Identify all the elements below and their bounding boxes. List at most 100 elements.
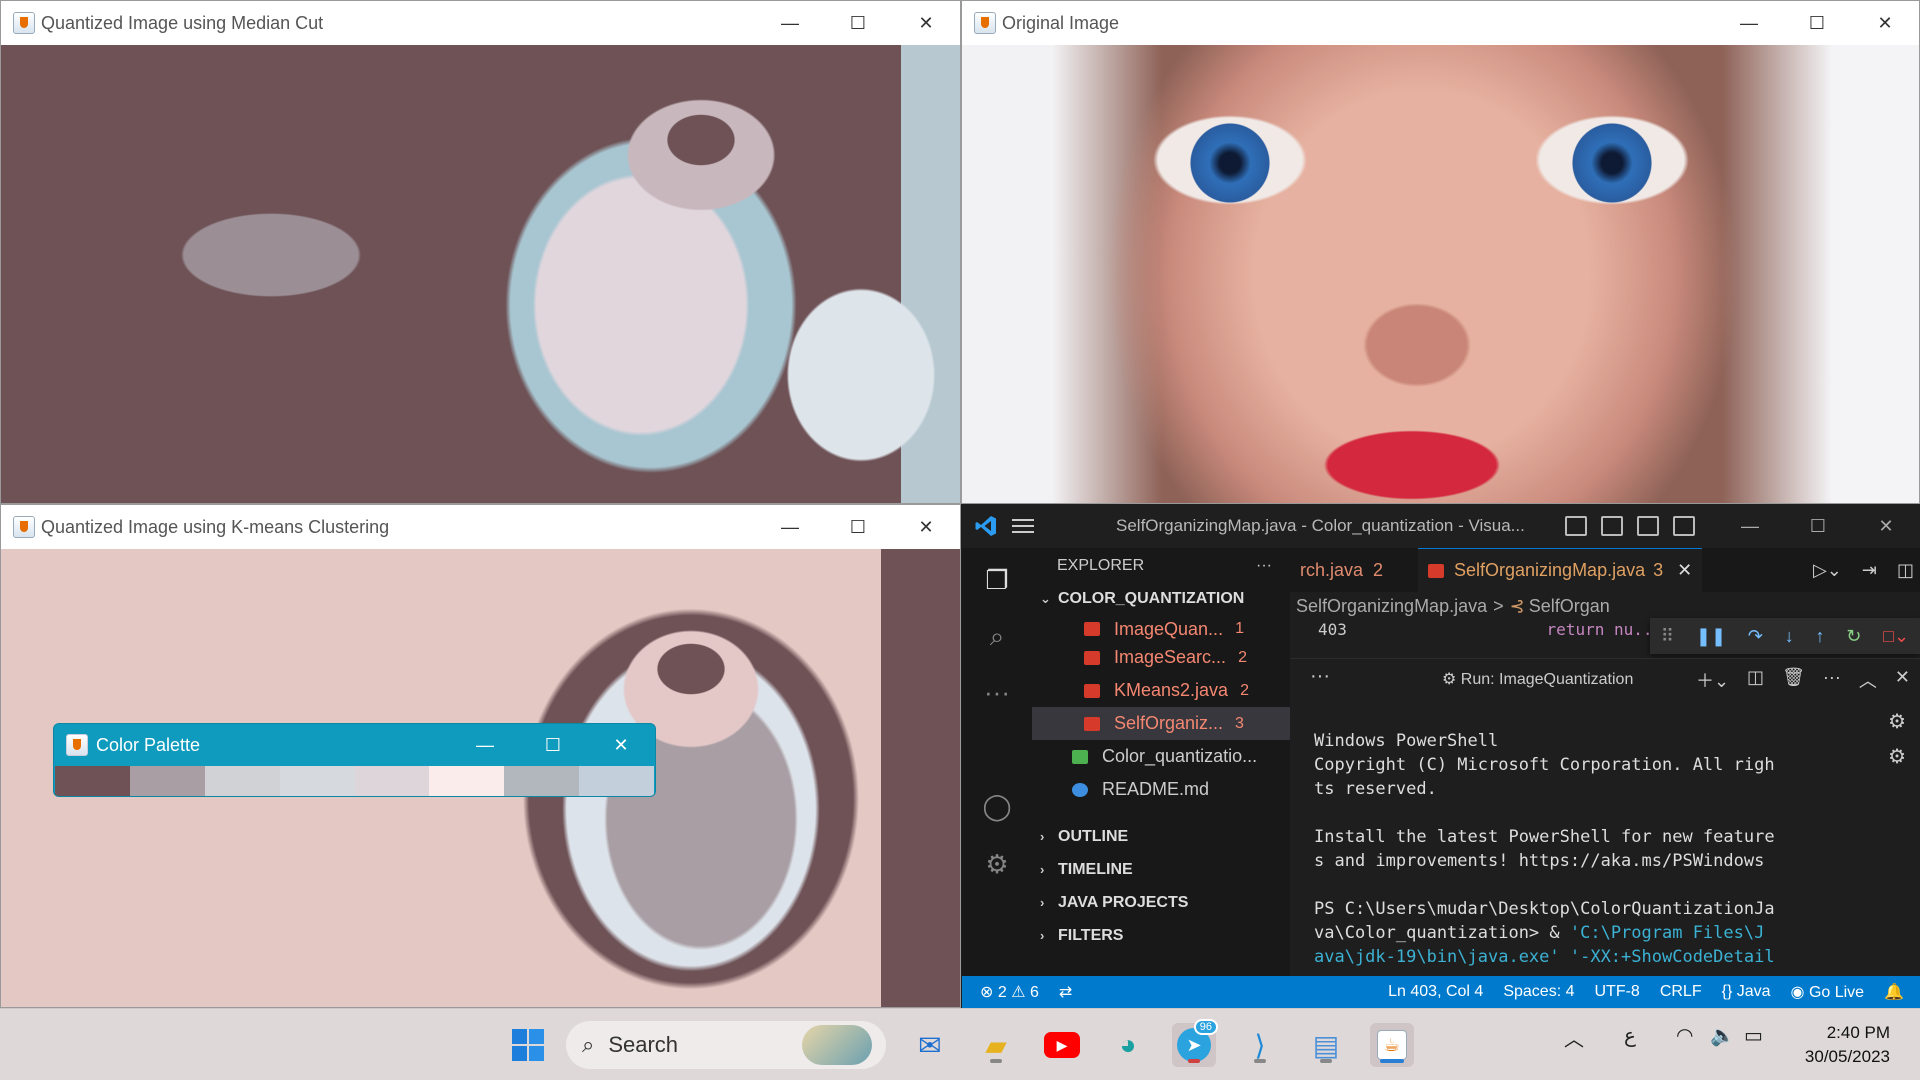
color-swatch: [579, 766, 654, 796]
debug-console-icon[interactable]: ⚙: [1888, 709, 1906, 734]
minimize-button[interactable]: —: [756, 505, 824, 549]
split-editor-icon[interactable]: ◫: [1897, 560, 1914, 581]
go-live-button[interactable]: ◉ Go Live: [1791, 982, 1865, 1002]
drag-handle-icon[interactable]: ⠿: [1661, 626, 1674, 647]
run-config-label[interactable]: ⚙ Run: ImageQuantization: [1442, 669, 1633, 689]
palette-titlebar[interactable]: Color Palette — ☐ ✕: [54, 724, 655, 766]
close-tab-icon[interactable]: ✕: [1677, 560, 1692, 581]
gear-icon[interactable]: ⚙: [979, 846, 1015, 882]
trash-icon[interactable]: 🗑: [1782, 667, 1805, 693]
close-button[interactable]: ✕: [1851, 1, 1919, 45]
notepad-icon[interactable]: ▤: [1304, 1023, 1348, 1067]
cursor-position[interactable]: Ln 403, Col 4: [1388, 983, 1483, 1001]
edge-icon[interactable]: ◕: [1106, 1023, 1150, 1067]
close-button[interactable]: ✕: [892, 1, 960, 45]
vscode-titlebar[interactable]: SelfOrganizingMap.java - Color_quantizat…: [962, 504, 1920, 548]
input-language[interactable]: ع: [1624, 1023, 1636, 1048]
problems-indicator[interactable]: ⊗ 2 ⚠ 6: [980, 982, 1039, 1002]
pause-icon[interactable]: ❚❚: [1696, 626, 1726, 647]
minimize-button[interactable]: —: [1716, 504, 1784, 548]
maximize-panel-icon[interactable]: ︿: [1859, 667, 1877, 693]
file-explorer-icon[interactable]: ▰: [974, 1023, 1018, 1067]
more-icon[interactable]: ···: [1823, 667, 1841, 693]
show-hidden-icons[interactable]: ︿: [1564, 1023, 1584, 1052]
terminal-output[interactable]: Windows PowerShell Copyright (C) Microso…: [1314, 729, 1834, 969]
section-outline[interactable]: › OUTLINE: [1032, 820, 1290, 853]
new-terminal-icon[interactable]: ＋⌄: [1696, 667, 1729, 693]
minimize-button[interactable]: —: [1715, 1, 1783, 45]
section-java-projects[interactable]: › JAVA PROJECTS: [1032, 886, 1290, 919]
toggle-panel-icon[interactable]: [1601, 516, 1623, 536]
encoding[interactable]: UTF-8: [1594, 983, 1639, 1001]
battery-icon[interactable]: ▭: [1744, 1023, 1763, 1048]
color-swatch: [279, 766, 355, 796]
close-button[interactable]: ✕: [1852, 504, 1920, 548]
close-button[interactable]: ✕: [587, 724, 655, 766]
step-over-icon[interactable]: ↷: [1748, 626, 1763, 647]
file-item[interactable]: Color_quantizatio...: [1032, 740, 1290, 773]
project-section[interactable]: ⌄ COLOR_QUANTIZATION: [1032, 584, 1290, 614]
file-item[interactable]: ImageSearc... 2: [1032, 641, 1290, 674]
chevron-down-icon: ⌄: [1040, 591, 1051, 606]
median-cut-titlebar[interactable]: Quantized Image using Median Cut — ☐ ✕: [1, 1, 960, 45]
menu-icon[interactable]: [1012, 515, 1034, 537]
breadcrumb-symbol[interactable]: SelfOrgan: [1529, 596, 1610, 617]
maximize-button[interactable]: ☐: [519, 724, 587, 766]
file-item[interactable]: ImageQuan... 1: [1032, 617, 1290, 641]
close-panel-icon[interactable]: ✕: [1895, 667, 1910, 693]
search-icon: ⌕: [582, 1032, 595, 1057]
clock[interactable]: 2:40 PM 30/05/2023: [1805, 1021, 1890, 1069]
volume-icon[interactable]: 🔈: [1710, 1023, 1735, 1048]
file-item[interactable]: README.md: [1032, 773, 1290, 806]
stop-icon[interactable]: □⌄: [1883, 626, 1909, 647]
file-item-selected[interactable]: SelfOrganiz... 3: [1032, 707, 1290, 740]
explorer-more-button[interactable]: ···: [1256, 557, 1272, 575]
search-icon[interactable]: ⌕: [979, 618, 1015, 654]
live-share-icon[interactable]: ⇄: [1059, 982, 1072, 1002]
tab-self-organizing-map[interactable]: SelfOrganizingMap.java 3 ✕: [1418, 548, 1703, 592]
chevron-right-icon: ›: [1040, 862, 1045, 877]
more-icon[interactable]: ···: [979, 674, 1015, 710]
section-filters[interactable]: › FILTERS: [1032, 919, 1290, 952]
open-changes-icon[interactable]: ⇥: [1862, 560, 1877, 581]
run-icon[interactable]: ▷⌄: [1813, 560, 1842, 581]
maximize-button[interactable]: ☐: [824, 1, 892, 45]
step-out-icon[interactable]: ↑: [1815, 626, 1824, 647]
bell-icon[interactable]: 🔔: [1884, 982, 1904, 1002]
mail-icon[interactable]: ✉: [908, 1023, 952, 1067]
toggle-sidebar-icon[interactable]: [1565, 516, 1587, 536]
original-titlebar[interactable]: Original Image — ☐ ✕: [962, 1, 1919, 45]
maximize-button[interactable]: ☐: [1784, 504, 1852, 548]
vscode-taskbar-icon[interactable]: ⟩: [1238, 1023, 1282, 1067]
account-icon[interactable]: ◯: [979, 788, 1015, 824]
section-timeline[interactable]: › TIMELINE: [1032, 853, 1290, 886]
explorer-icon[interactable]: ❐: [979, 562, 1015, 598]
line-ending[interactable]: CRLF: [1660, 983, 1702, 1001]
indentation[interactable]: Spaces: 4: [1503, 983, 1574, 1001]
tab-image-search[interactable]: rch.java 2: [1290, 548, 1418, 592]
minimize-button[interactable]: —: [451, 724, 519, 766]
youtube-icon[interactable]: ▶: [1040, 1023, 1084, 1067]
breadcrumb-file[interactable]: SelfOrganizingMap.java: [1296, 596, 1487, 617]
minimize-button[interactable]: —: [756, 1, 824, 45]
maximize-button[interactable]: ☐: [1783, 1, 1851, 45]
restart-icon[interactable]: ↻: [1846, 626, 1861, 647]
kmeans-titlebar[interactable]: Quantized Image using K-means Clustering…: [1, 505, 960, 549]
java-taskbar-icon[interactable]: ☕: [1370, 1023, 1414, 1067]
wifi-icon[interactable]: ◠: [1676, 1023, 1693, 1048]
file-item[interactable]: KMeans2.java 2: [1032, 674, 1290, 707]
panel-more-button[interactable]: ···: [1310, 665, 1330, 688]
language-mode[interactable]: {} Java: [1722, 983, 1771, 1001]
customize-layout-icon[interactable]: [1673, 516, 1695, 536]
toggle-secondary-sidebar-icon[interactable]: [1637, 516, 1659, 536]
taskbar-search[interactable]: ⌕ Search: [566, 1021, 886, 1069]
split-terminal-icon[interactable]: ◫: [1747, 667, 1764, 693]
file-name: README.md: [1102, 779, 1210, 799]
start-button[interactable]: [506, 1023, 550, 1067]
step-into-icon[interactable]: ↓: [1785, 626, 1794, 647]
close-button[interactable]: ✕: [892, 505, 960, 549]
maximize-button[interactable]: ☐: [824, 505, 892, 549]
telegram-icon[interactable]: ➤ 96: [1172, 1019, 1218, 1067]
debug-console-icon[interactable]: ⚙: [1888, 744, 1906, 769]
debug-toolbar: ⠿ ❚❚ ↷ ↓ ↑ ↻ □⌄: [1650, 618, 1920, 654]
